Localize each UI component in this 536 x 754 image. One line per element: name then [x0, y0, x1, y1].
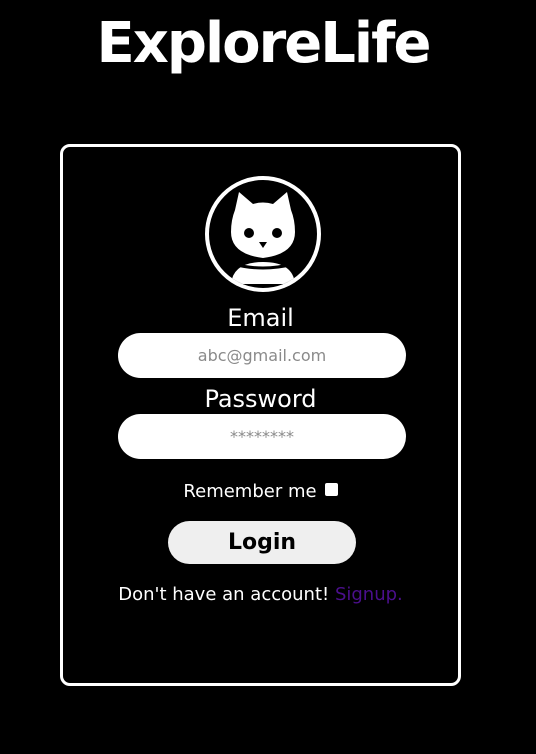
remember-me-checkbox[interactable]	[324, 483, 338, 496]
brand-logo: ExploreLife	[96, 11, 432, 76]
login-button[interactable]: Login	[168, 521, 356, 564]
remember-me-row: Remember me	[63, 481, 458, 503]
cat-avatar-icon	[205, 176, 321, 292]
signup-link[interactable]: Signup.	[335, 584, 403, 605]
email-input[interactable]	[118, 333, 406, 378]
cat-avatar-svg	[231, 192, 295, 284]
password-label: Password	[204, 385, 317, 413]
password-input[interactable]	[118, 414, 406, 459]
login-card: Email Password Remember me Login Don't h…	[60, 144, 461, 686]
remember-me-label: Remember me	[183, 481, 317, 502]
email-label: Email	[227, 304, 294, 332]
signup-prompt: Don't have an account! Signup.	[63, 584, 458, 606]
no-account-text: Don't have an account!	[118, 584, 335, 605]
